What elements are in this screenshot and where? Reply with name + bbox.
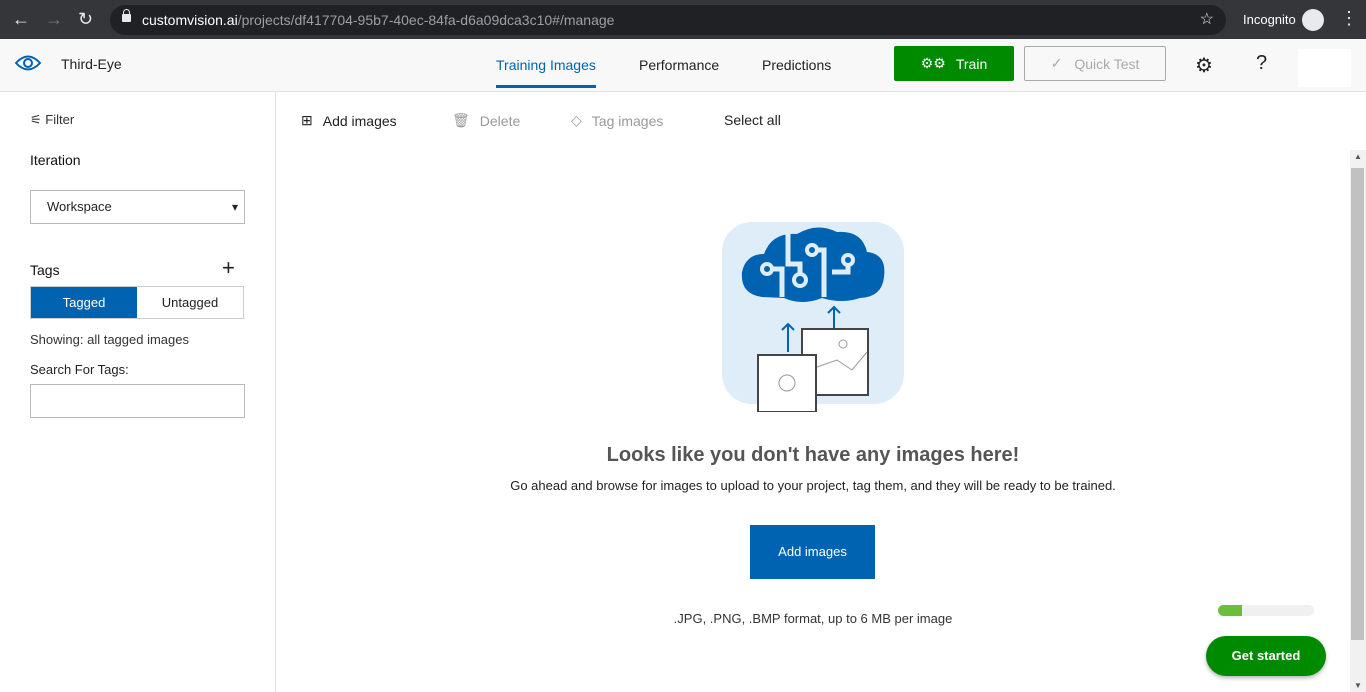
- scrollbar-thumb[interactable]: [1351, 168, 1364, 640]
- showing-text: Showing: all tagged images: [30, 332, 189, 347]
- quick-test-button[interactable]: ✓ Quick Test: [1024, 46, 1166, 81]
- menu-icon[interactable]: ⋮: [1340, 8, 1358, 29]
- empty-state-heading: Looks like you don't have any images her…: [606, 444, 1020, 466]
- lock-icon: [122, 9, 131, 22]
- filter-button[interactable]: ⚟ Filter: [30, 112, 74, 128]
- address-bar[interactable]: customvision.ai/projects/df417704-95b7-4…: [110, 5, 1226, 35]
- select-all-button[interactable]: Select all: [724, 112, 781, 128]
- tag-images-button[interactable]: ◇ Tag images: [571, 112, 663, 129]
- empty-state-description: Go ahead and browse for images to upload…: [510, 478, 1116, 493]
- help-icon[interactable]: ?: [1256, 52, 1267, 75]
- tab-performance[interactable]: Performance: [639, 57, 719, 73]
- incognito-label: Incognito: [1243, 12, 1296, 27]
- untagged-button[interactable]: Untagged: [137, 287, 243, 318]
- tab-predictions[interactable]: Predictions: [762, 57, 831, 73]
- tags-heading: Tags: [30, 262, 60, 278]
- delete-button[interactable]: 🗑 Delete: [452, 112, 520, 129]
- avatar[interactable]: [1298, 49, 1351, 87]
- scroll-up-icon[interactable]: ▲: [1354, 152, 1362, 161]
- incognito-icon[interactable]: [1302, 9, 1324, 31]
- sidebar: ⚟ Filter Iteration Workspace Tags + Tagg…: [0, 92, 276, 692]
- app-header: Third-Eye Training Images Performance Pr…: [0, 39, 1366, 92]
- add-images-toolbar-button[interactable]: ⊞ Add images: [301, 112, 397, 129]
- gears-icon: ⚙⚙: [920, 55, 946, 71]
- add-tag-icon[interactable]: +: [222, 257, 235, 279]
- tagged-button[interactable]: Tagged: [31, 287, 137, 318]
- check-icon: ✓: [1050, 55, 1063, 71]
- search-tags-label: Search For Tags:: [30, 362, 129, 377]
- reload-icon[interactable]: ↻: [78, 9, 93, 30]
- trash-icon: 🗑: [452, 112, 470, 128]
- tag-icon: ◇: [571, 112, 582, 128]
- progress-fill: [1218, 605, 1242, 616]
- iteration-select[interactable]: Workspace: [30, 190, 245, 224]
- back-icon[interactable]: ←: [12, 9, 30, 30]
- onboarding-progress: [1218, 605, 1314, 616]
- bookmark-star-icon[interactable]: ☆: [1200, 5, 1214, 35]
- format-info: .JPG, .PNG, .BMP format, up to 6 MB per …: [673, 611, 953, 626]
- eye-logo-icon: [15, 55, 41, 71]
- train-button[interactable]: ⚙⚙ Train: [894, 46, 1014, 81]
- add-images-button[interactable]: Add images: [750, 525, 875, 579]
- search-tags-input[interactable]: [30, 384, 245, 418]
- scrollbar[interactable]: ▲ ▼: [1350, 150, 1366, 692]
- project-name: Third-Eye: [61, 56, 122, 72]
- forward-icon[interactable]: →: [45, 9, 63, 30]
- browser-chrome: ← → ↻ customvision.ai/projects/df417704-…: [0, 0, 1366, 39]
- upload-illustration: [722, 222, 904, 412]
- add-image-icon: ⊞: [301, 112, 313, 128]
- sliders-icon: ⚟: [30, 112, 46, 127]
- settings-gear-icon[interactable]: ⚙: [1195, 53, 1213, 78]
- iteration-heading: Iteration: [30, 152, 81, 168]
- tab-training-images[interactable]: Training Images: [496, 57, 596, 88]
- tag-filter-toggle: Tagged Untagged: [30, 286, 244, 319]
- scroll-down-icon[interactable]: ▼: [1354, 681, 1362, 690]
- get-started-button[interactable]: Get started: [1206, 636, 1326, 676]
